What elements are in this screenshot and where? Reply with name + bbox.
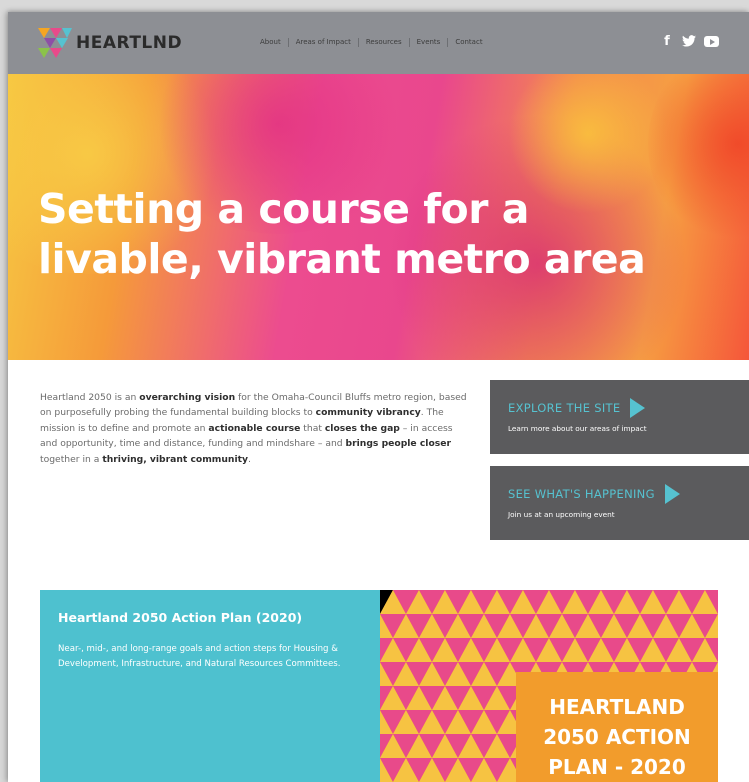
- logo[interactable]: HEARTLND: [38, 28, 182, 58]
- intro-emphasis: thriving, vibrant community: [102, 453, 248, 465]
- facebook-icon[interactable]: f: [660, 34, 674, 49]
- intro-emphasis: overarching vision: [139, 392, 236, 403]
- see-whats-happening-button[interactable]: SEE WHAT'S HAPPENING Join us at an upcom…: [490, 466, 749, 540]
- cta-title: EXPLORE THE SITE: [508, 398, 646, 418]
- cta-subtitle: Learn more about our areas of impact: [508, 424, 647, 433]
- twitter-icon[interactable]: [682, 34, 696, 48]
- web-page: HEARTLND About Areas of Impact Resources…: [8, 12, 749, 782]
- play-arrow-icon: [630, 398, 646, 418]
- nav-about[interactable]: About: [253, 38, 289, 47]
- nav-contact[interactable]: Contact: [448, 38, 489, 47]
- action-plan-card[interactable]: Heartland 2050 Action Plan (2020) Near-,…: [40, 590, 718, 782]
- action-plan-badge: HEARTLAND 2050 ACTION PLAN - 2020: [516, 672, 718, 782]
- intro-emphasis: community vibrancy: [315, 407, 421, 419]
- intro-paragraph: Heartland 2050 is an overarching vision …: [40, 392, 467, 465]
- action-plan-badge-text: HEARTLAND 2050 ACTION PLAN - 2020: [543, 695, 691, 779]
- intro-emphasis: closes the gap: [324, 422, 400, 434]
- nav-events[interactable]: Events: [410, 38, 449, 47]
- nav-areas-of-impact[interactable]: Areas of Impact: [289, 38, 359, 47]
- intro-emphasis: brings people closer: [345, 438, 452, 450]
- nav-resources[interactable]: Resources: [359, 38, 410, 47]
- explore-site-button[interactable]: EXPLORE THE SITE Learn more about our ar…: [490, 380, 749, 454]
- logo-text: HEARTLND: [76, 33, 183, 53]
- cta-subtitle: Join us at an upcoming event: [508, 510, 615, 519]
- intro-emphasis: actionable course: [208, 422, 301, 434]
- main-nav: About Areas of Impact Resources Events C…: [253, 38, 490, 47]
- hero-banner: Setting a course for a livable, vibrant …: [8, 74, 749, 360]
- logo-mark-icon: [38, 28, 72, 58]
- action-plan-cover[interactable]: HEARTLAND 2050 ACTION PLAN - 2020: [380, 590, 718, 782]
- hero-title: Setting a course for a livable, vibrant …: [38, 185, 646, 283]
- play-arrow-icon: [664, 484, 680, 504]
- action-plan-info: Heartland 2050 Action Plan (2020) Near-,…: [40, 590, 380, 782]
- action-plan-description: Near-, mid-, and long-range goals and ac…: [58, 644, 341, 669]
- site-header: HEARTLND About Areas of Impact Resources…: [8, 12, 749, 74]
- cta-title: SEE WHAT'S HAPPENING: [508, 484, 680, 504]
- youtube-icon[interactable]: [704, 35, 719, 47]
- action-plan-title[interactable]: Heartland 2050 Action Plan (2020): [58, 610, 302, 625]
- social-links: f: [660, 34, 719, 49]
